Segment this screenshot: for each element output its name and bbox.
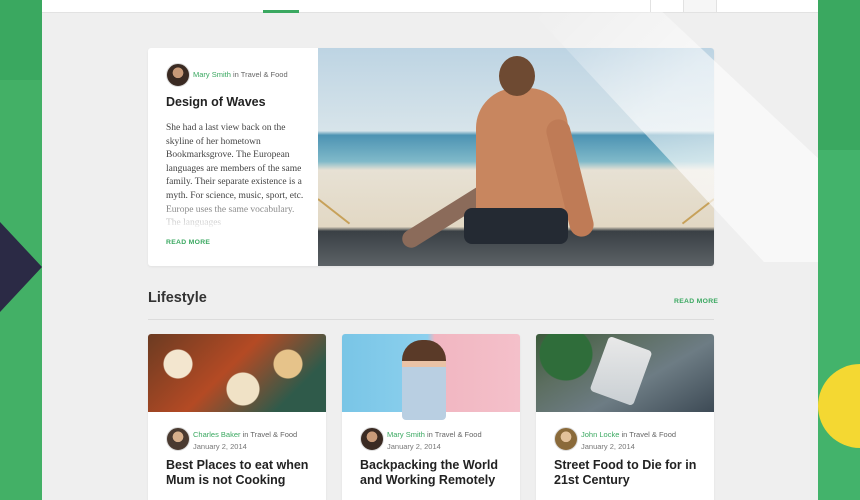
author-avatar[interactable] bbox=[166, 427, 190, 451]
post-meta: John Locke in Travel & Food January 2, 2… bbox=[581, 430, 676, 451]
post-card-title[interactable]: Street Food to Die for in 21st Century bbox=[554, 458, 704, 487]
author-avatar[interactable] bbox=[166, 63, 190, 87]
post-meta: Mary Smith in Travel & Food January 2, 2… bbox=[387, 430, 482, 451]
category-link[interactable]: Travel & Food bbox=[241, 70, 288, 79]
background-triangle bbox=[0, 222, 42, 312]
meta-in: in bbox=[424, 430, 435, 439]
post-card-title[interactable]: Best Places to eat when Mum is not Cooki… bbox=[166, 458, 316, 487]
author-link[interactable]: Mary Smith bbox=[387, 430, 425, 439]
post-card-image[interactable] bbox=[148, 334, 326, 412]
featured-read-more-link[interactable]: READ MORE bbox=[166, 239, 210, 246]
post-card[interactable]: John Locke in Travel & Food January 2, 2… bbox=[536, 334, 714, 500]
page: Mary Smith in Travel & Food Design of Wa… bbox=[42, 0, 818, 500]
nav-button-2[interactable] bbox=[683, 0, 717, 12]
post-meta: Mary Smith in Travel & Food bbox=[193, 70, 288, 79]
featured-post-text: Mary Smith in Travel & Food Design of Wa… bbox=[148, 48, 318, 266]
nav-button-1[interactable] bbox=[650, 0, 683, 12]
section-divider bbox=[148, 319, 714, 320]
post-date: January 2, 2014 bbox=[581, 442, 635, 451]
featured-post[interactable]: Mary Smith in Travel & Food Design of Wa… bbox=[148, 48, 714, 266]
photo-food-cart bbox=[589, 335, 653, 407]
author-link[interactable]: John Locke bbox=[581, 430, 619, 439]
meta-in: in bbox=[230, 70, 241, 79]
author-link[interactable]: Mary Smith bbox=[193, 70, 231, 79]
post-card-image[interactable] bbox=[536, 334, 714, 412]
photo-railing-left bbox=[318, 198, 351, 225]
featured-post-image[interactable] bbox=[318, 48, 714, 266]
featured-post-excerpt: She had a last view back on the skyline … bbox=[166, 123, 304, 229]
author-avatar[interactable] bbox=[554, 427, 578, 451]
featured-post-title[interactable]: Design of Waves bbox=[166, 95, 306, 109]
post-date: January 2, 2014 bbox=[193, 442, 247, 451]
author-link[interactable]: Charles Baker bbox=[193, 430, 241, 439]
post-meta: Charles Baker in Travel & Food January 2… bbox=[193, 430, 297, 451]
photo-person bbox=[402, 340, 446, 420]
category-link[interactable]: Travel & Food bbox=[629, 430, 676, 439]
photo-person-shorts bbox=[464, 208, 568, 244]
post-card-title[interactable]: Backpacking the World and Working Remote… bbox=[360, 458, 510, 487]
section-title: Lifestyle bbox=[148, 290, 207, 306]
author-avatar[interactable] bbox=[360, 427, 384, 451]
active-nav-indicator bbox=[263, 10, 299, 13]
meta-in: in bbox=[240, 430, 251, 439]
post-date: January 2, 2014 bbox=[387, 442, 441, 451]
post-card-image[interactable] bbox=[342, 334, 520, 420]
photo-railing-right bbox=[681, 198, 714, 225]
photo-person-head bbox=[499, 56, 535, 96]
category-link[interactable]: Travel & Food bbox=[435, 430, 482, 439]
post-card[interactable]: Charles Baker in Travel & Food January 2… bbox=[148, 334, 326, 500]
top-navigation-bar bbox=[42, 0, 818, 13]
post-card[interactable]: Mary Smith in Travel & Food January 2, 2… bbox=[342, 334, 520, 500]
category-link[interactable]: Travel & Food bbox=[250, 430, 297, 439]
meta-in: in bbox=[619, 430, 630, 439]
section-read-more-link[interactable]: READ MORE bbox=[674, 298, 718, 305]
